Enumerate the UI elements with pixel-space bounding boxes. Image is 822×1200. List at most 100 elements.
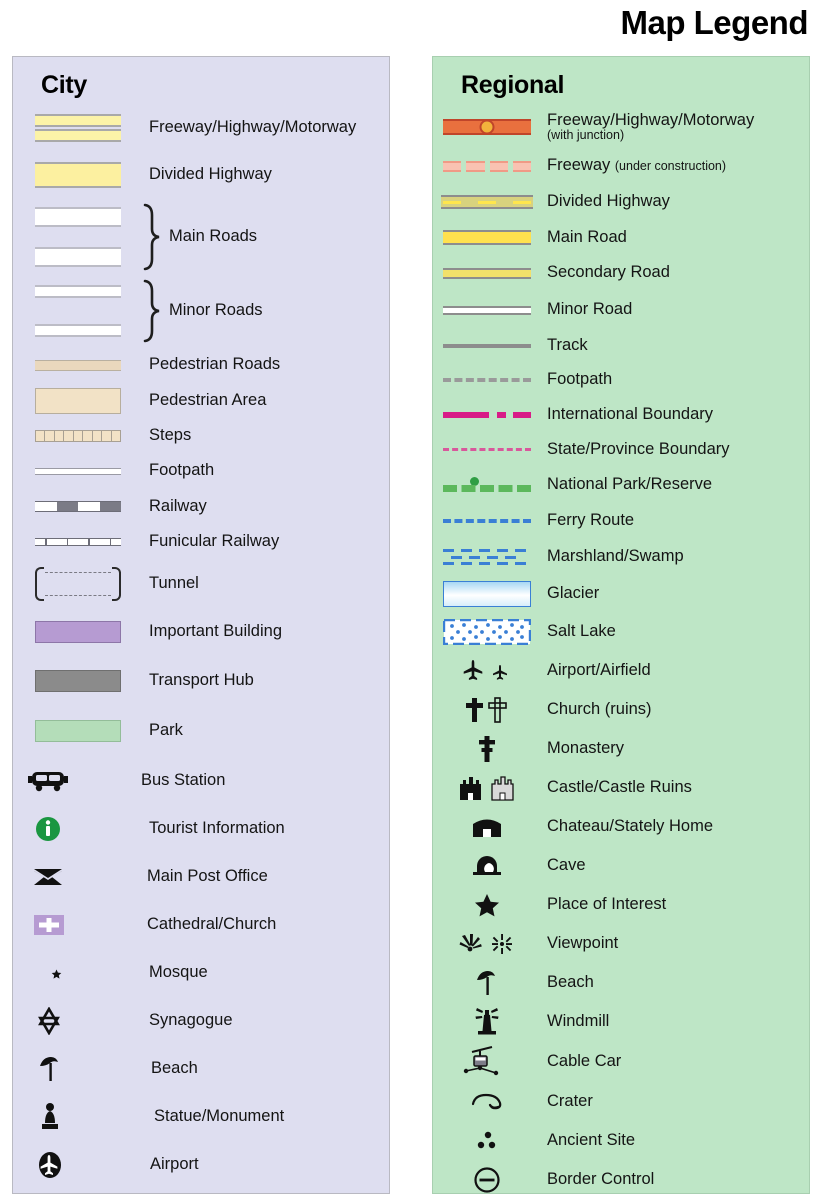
legend-item: Pedestrian Roads	[13, 347, 389, 383]
legend-item: Pedestrian Area	[13, 383, 389, 418]
legend-item: Monastery	[433, 729, 809, 768]
national-park-symbol	[433, 467, 541, 503]
footpath-symbol	[13, 453, 143, 489]
star-of-david-icon	[13, 997, 143, 1045]
legend-item: Minor Road	[433, 291, 809, 329]
railway-symbol	[13, 489, 143, 524]
legend-item: Divided Highway	[13, 150, 389, 199]
legend-label: Marshland/Swamp	[547, 546, 684, 565]
legend-item: Cave	[433, 846, 809, 885]
legend-label: Secondary Road	[547, 263, 670, 282]
legend-label: Freeway/Highway/Motorway	[149, 118, 357, 137]
legend-label-sub: (with junction)	[547, 128, 625, 143]
legend-label: Steps	[149, 425, 192, 444]
ancient-site-dots-icon	[433, 1121, 541, 1160]
legend-label-main: Freeway	[547, 156, 611, 175]
star-icon	[433, 885, 541, 924]
map-legend-root: Map Legend City Freeway/Highway/Motorway…	[0, 0, 822, 1200]
legend-label: Track	[547, 336, 588, 355]
legend-item: Cable Car	[433, 1041, 809, 1082]
legend-item: Main Road	[433, 220, 809, 255]
legend-label: Important Building	[149, 621, 282, 640]
legend-label: Transport Hub	[149, 670, 254, 689]
legend-label: Ancient Site	[547, 1130, 636, 1149]
legend-label: Park	[149, 721, 183, 740]
legend-item: Divided Highway	[433, 184, 809, 220]
envelope-icon	[13, 853, 141, 901]
bus-icon	[13, 757, 135, 805]
tunnel-symbol	[13, 560, 143, 607]
funicular-railway-symbol	[13, 524, 143, 560]
border-control-icon	[433, 1160, 541, 1193]
legend-label: Border Control	[547, 1169, 655, 1188]
legend-label: Church (ruins)	[547, 699, 652, 718]
airplane-circle-icon	[13, 1141, 144, 1189]
legend-label: Tunnel	[149, 573, 199, 592]
legend-item: Funicular Railway	[13, 524, 389, 560]
city-legend-panel: City Freeway/Highway/Motorway Divided Hi…	[12, 56, 390, 1194]
legend-label: Footpath	[547, 370, 613, 389]
freeway-double-yellow-symbol	[13, 106, 143, 150]
legend-label: Minor Roads	[169, 301, 263, 320]
legend-label: Funicular Railway	[149, 532, 280, 551]
legend-label: Pedestrian Area	[149, 390, 267, 409]
legend-label: Main Post Office	[147, 867, 268, 886]
windmill-icon	[433, 1002, 541, 1041]
important-building-symbol	[13, 607, 143, 656]
footpath-symbol	[433, 363, 541, 397]
divided-highway-yellow-symbol	[13, 150, 143, 199]
legend-label: Main Roads	[169, 227, 258, 246]
legend-label: Footpath	[149, 461, 215, 480]
legend-label: Crater	[547, 1091, 593, 1110]
legend-item: Tourist Information	[13, 805, 389, 853]
legend-item: Minor Roads	[13, 275, 389, 347]
legend-label: Synagogue	[149, 1011, 233, 1030]
regional-panel-heading: Regional	[461, 71, 565, 99]
legend-item: Cathedral/Church	[13, 901, 389, 949]
legend-item: Secondary Road	[433, 255, 809, 291]
cable-car-icon	[433, 1041, 541, 1082]
legend-label: Divided Highway	[547, 192, 670, 211]
legend-label: Salt Lake	[547, 621, 616, 640]
legend-item: Freeway/Highway/Motorway (with junction)	[433, 106, 809, 148]
legend-label: Beach	[547, 972, 594, 991]
legend-label: Minor Road	[547, 300, 633, 319]
ferry-route-symbol	[433, 503, 541, 538]
legend-item: Railway	[13, 489, 389, 524]
legend-label: Airport	[150, 1155, 199, 1174]
salt-lake-symbol	[433, 612, 541, 651]
legend-item: Mosque	[13, 949, 389, 997]
legend-item: Salt Lake	[433, 612, 809, 651]
legend-item: Steps	[13, 418, 389, 453]
legend-item: Statue/Monument	[13, 1093, 389, 1141]
legend-label: Pedestrian Roads	[149, 355, 281, 374]
parasol-icon	[433, 963, 541, 1002]
monastery-cross-icon	[433, 729, 541, 768]
legend-label: Tourist Information	[149, 819, 285, 838]
legend-item: Footpath	[13, 453, 389, 489]
freeway-orange-junction-symbol	[433, 106, 541, 148]
pedestrian-road-symbol	[13, 347, 143, 383]
marshland-symbol	[433, 538, 541, 575]
legend-item: National Park/Reserve	[433, 467, 809, 503]
page-title: Map Legend	[620, 4, 808, 41]
legend-item: Ferry Route	[433, 503, 809, 538]
brace-icon	[143, 279, 160, 343]
legend-label: Place of Interest	[547, 894, 667, 913]
legend-item: Park	[13, 705, 389, 757]
legend-item: Freeway (under construction)	[433, 148, 809, 184]
legend-label: Freeway/Highway/Motorway (with junction)	[541, 111, 754, 143]
minor-road-symbol	[433, 291, 541, 329]
legend-item: Church (ruins)	[433, 690, 809, 729]
city-legend-rows: Freeway/Highway/Motorway Divided Highway…	[13, 106, 389, 1189]
legend-item: International Boundary	[433, 397, 809, 432]
regional-legend-panel: Regional Freeway/Highway/Motorway (with …	[432, 56, 810, 1194]
legend-label: Cave	[547, 855, 586, 874]
legend-item: Footpath	[433, 363, 809, 397]
legend-label: Chateau/Stately Home	[547, 816, 714, 835]
divided-highway-symbol	[433, 184, 541, 220]
secondary-road-symbol	[433, 255, 541, 291]
brace-icon	[143, 203, 160, 271]
legend-label: Beach	[151, 1059, 198, 1078]
city-panel-heading: City	[41, 71, 88, 99]
